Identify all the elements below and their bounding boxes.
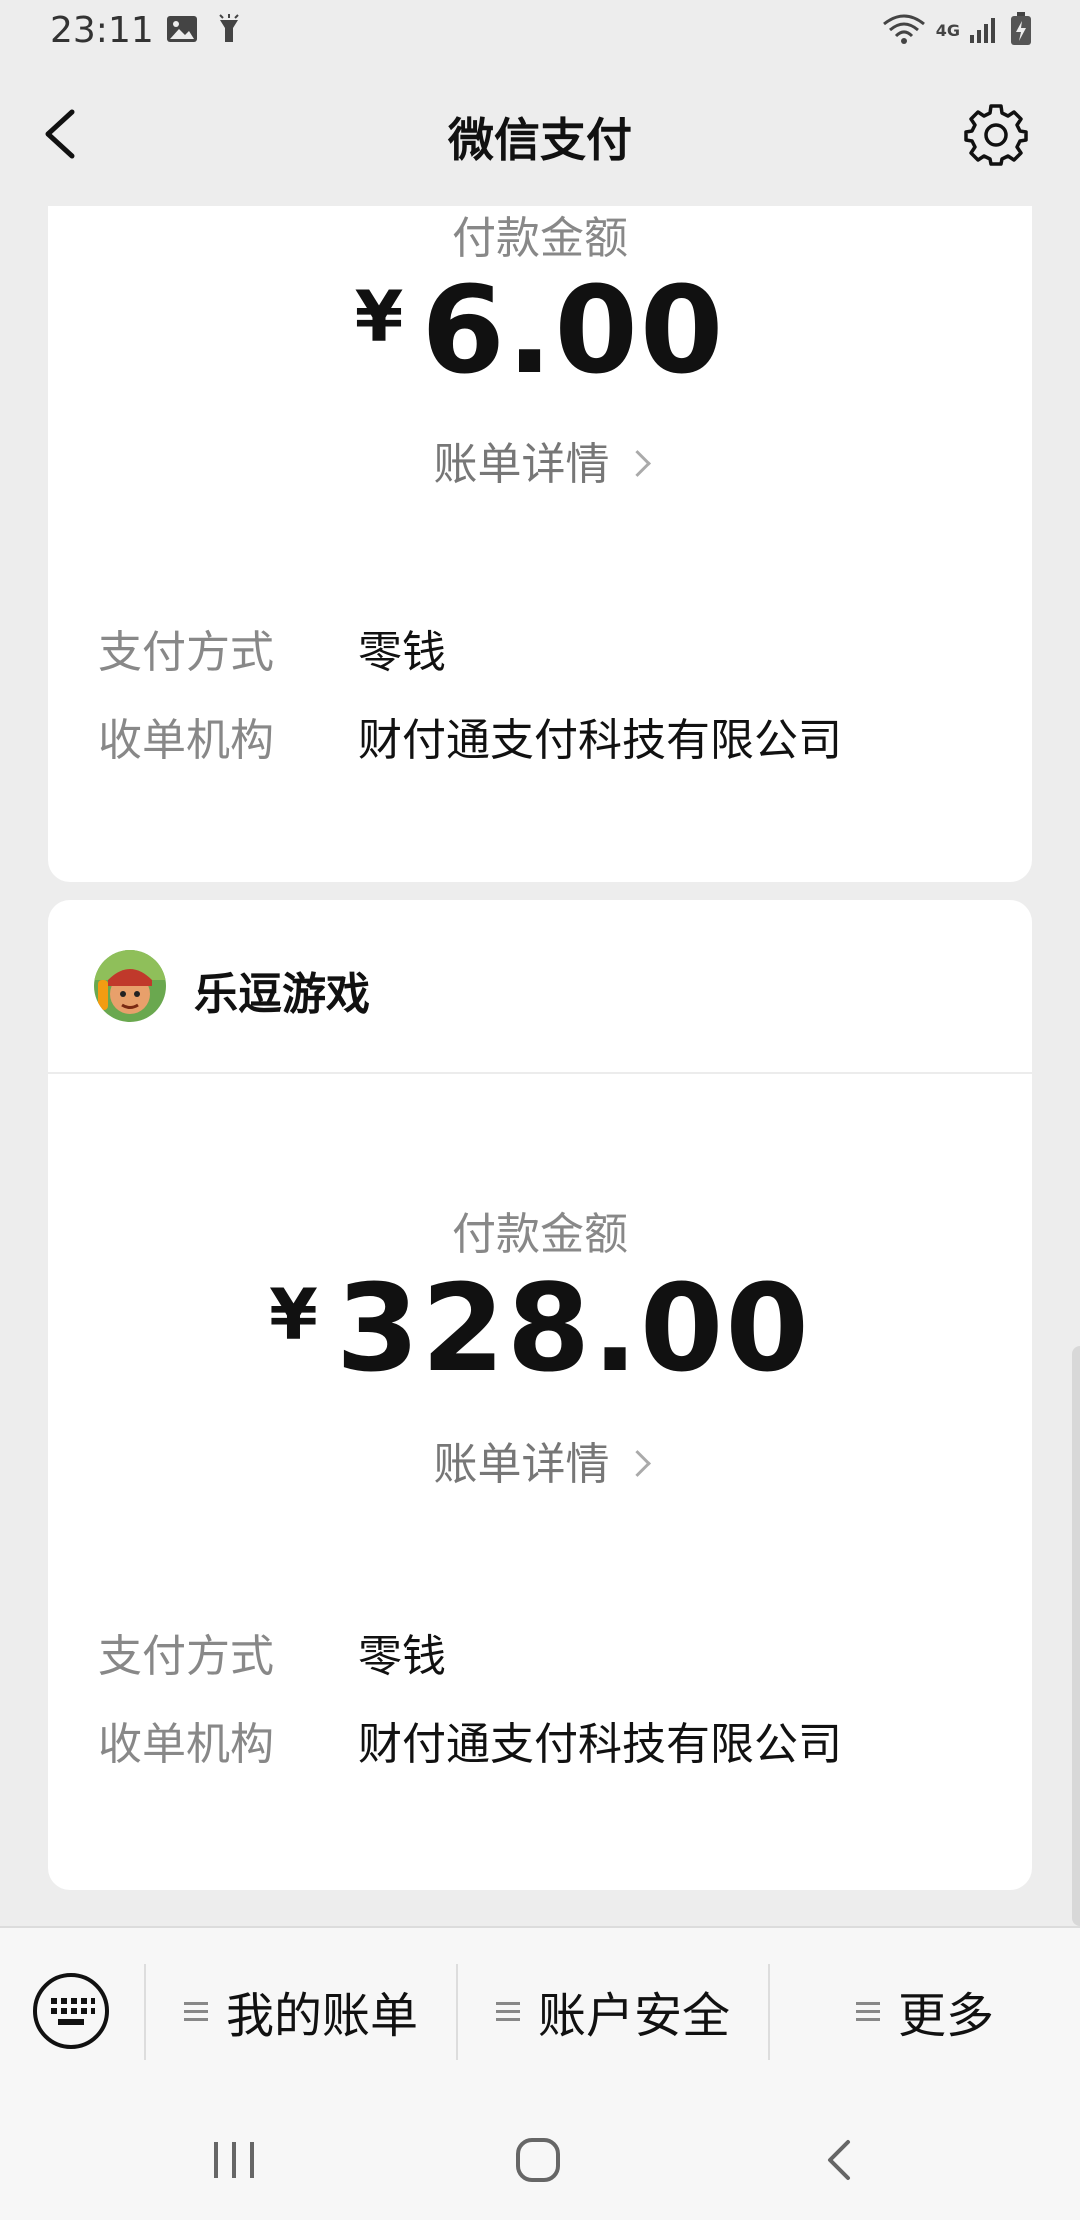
- merchant-name: 乐逗游戏: [194, 969, 370, 1020]
- menu-icon: [183, 1997, 208, 2026]
- menu-account-security[interactable]: 账户安全: [458, 1968, 768, 2054]
- keyboard-icon: [33, 1973, 109, 2049]
- payment-method-label: 支付方式: [98, 627, 274, 678]
- gallery-icon: [166, 14, 198, 50]
- battery-icon: [1010, 12, 1032, 50]
- payment-method-value: 零钱: [358, 627, 446, 678]
- menu-icon: [495, 1997, 520, 2026]
- bill-detail-label: 账单详情: [433, 1439, 610, 1490]
- home-icon: [516, 2138, 560, 2182]
- bill-detail-link[interactable]: 账单详情: [48, 1428, 1032, 1492]
- acquirer-row: 收单机构 财付通支付科技有限公司: [98, 1708, 842, 1772]
- payment-method-row: 支付方式 零钱: [98, 1620, 446, 1684]
- menu-label: 更多: [897, 1988, 994, 2044]
- currency-symbol: ¥: [354, 276, 404, 358]
- system-back-button[interactable]: [810, 2130, 870, 2190]
- menu-label: 账户安全: [537, 1988, 730, 2044]
- merchant-avatar: [94, 950, 166, 1022]
- page-title: 微信支付: [448, 113, 632, 167]
- recent-apps-button[interactable]: [204, 2130, 264, 2190]
- amount-display: ¥328.00: [48, 1260, 1032, 1399]
- amount-display: ¥6.00: [48, 262, 1032, 401]
- payment-method-label: 支付方式: [98, 1631, 274, 1682]
- acquirer-label: 收单机构: [98, 715, 274, 766]
- system-nav-bar: [0, 2094, 1080, 2220]
- menu-label: 我的账单: [225, 1988, 418, 2044]
- payment-method-value: 零钱: [358, 1631, 446, 1682]
- menu-more[interactable]: 更多: [770, 1968, 1080, 2054]
- title-bar: 微信支付: [0, 64, 1080, 206]
- transaction-card: 付款金额 ¥6.00 账单详情 支付方式 零钱 收单机构 财付通支付科技有限公司: [48, 206, 1032, 882]
- menu-my-bills[interactable]: 我的账单: [146, 1968, 456, 2054]
- merchant-header[interactable]: 乐逗游戏: [48, 900, 1032, 1074]
- amount-label: 付款金额: [452, 1209, 628, 1260]
- gear-icon: [964, 104, 1028, 166]
- menu-icon: [855, 1997, 880, 2026]
- transaction-list[interactable]: 付款金额 ¥6.00 账单详情 支付方式 零钱 收单机构 财付通支付科技有限公司: [0, 206, 1080, 1926]
- chevron-right-icon: [623, 450, 651, 477]
- acquirer-value: 财付通支付科技有限公司: [358, 715, 842, 766]
- acquirer-value: 财付通支付科技有限公司: [358, 1719, 842, 1770]
- settings-button[interactable]: [964, 102, 1028, 166]
- status-time: 23:11: [50, 10, 154, 51]
- chevron-right-icon: [623, 1450, 651, 1477]
- scrollbar[interactable]: [1072, 1346, 1080, 1926]
- amount-value: 6.00: [421, 262, 726, 401]
- acquirer-row: 收单机构 财付通支付科技有限公司: [98, 704, 842, 768]
- recent-apps-icon: [214, 2142, 254, 2178]
- wifi-icon: [882, 12, 926, 50]
- back-icon: [828, 2140, 850, 2180]
- bill-detail-link[interactable]: 账单详情: [48, 428, 1032, 492]
- network-type: 4G: [935, 21, 960, 40]
- signal-icon: [970, 15, 1000, 47]
- status-bar: 23:11 4G: [0, 0, 1080, 64]
- keyboard-toggle-button[interactable]: [32, 1972, 110, 2050]
- home-button[interactable]: [508, 2130, 568, 2190]
- flashlight-icon: [216, 14, 242, 50]
- transaction-card: 乐逗游戏 付款金额 ¥328.00 账单详情 支付方式 零钱 收单机构 财付通支…: [48, 900, 1032, 1890]
- currency-symbol: ¥: [269, 1274, 318, 1356]
- amount-value: 328.00: [335, 1260, 811, 1399]
- bill-detail-label: 账单详情: [433, 439, 610, 490]
- amount-label: 付款金额: [452, 213, 628, 264]
- payment-method-row: 支付方式 零钱: [98, 616, 446, 680]
- acquirer-label: 收单机构: [98, 1719, 274, 1770]
- bottom-menu: 我的账单 账户安全 更多: [0, 1926, 1080, 2096]
